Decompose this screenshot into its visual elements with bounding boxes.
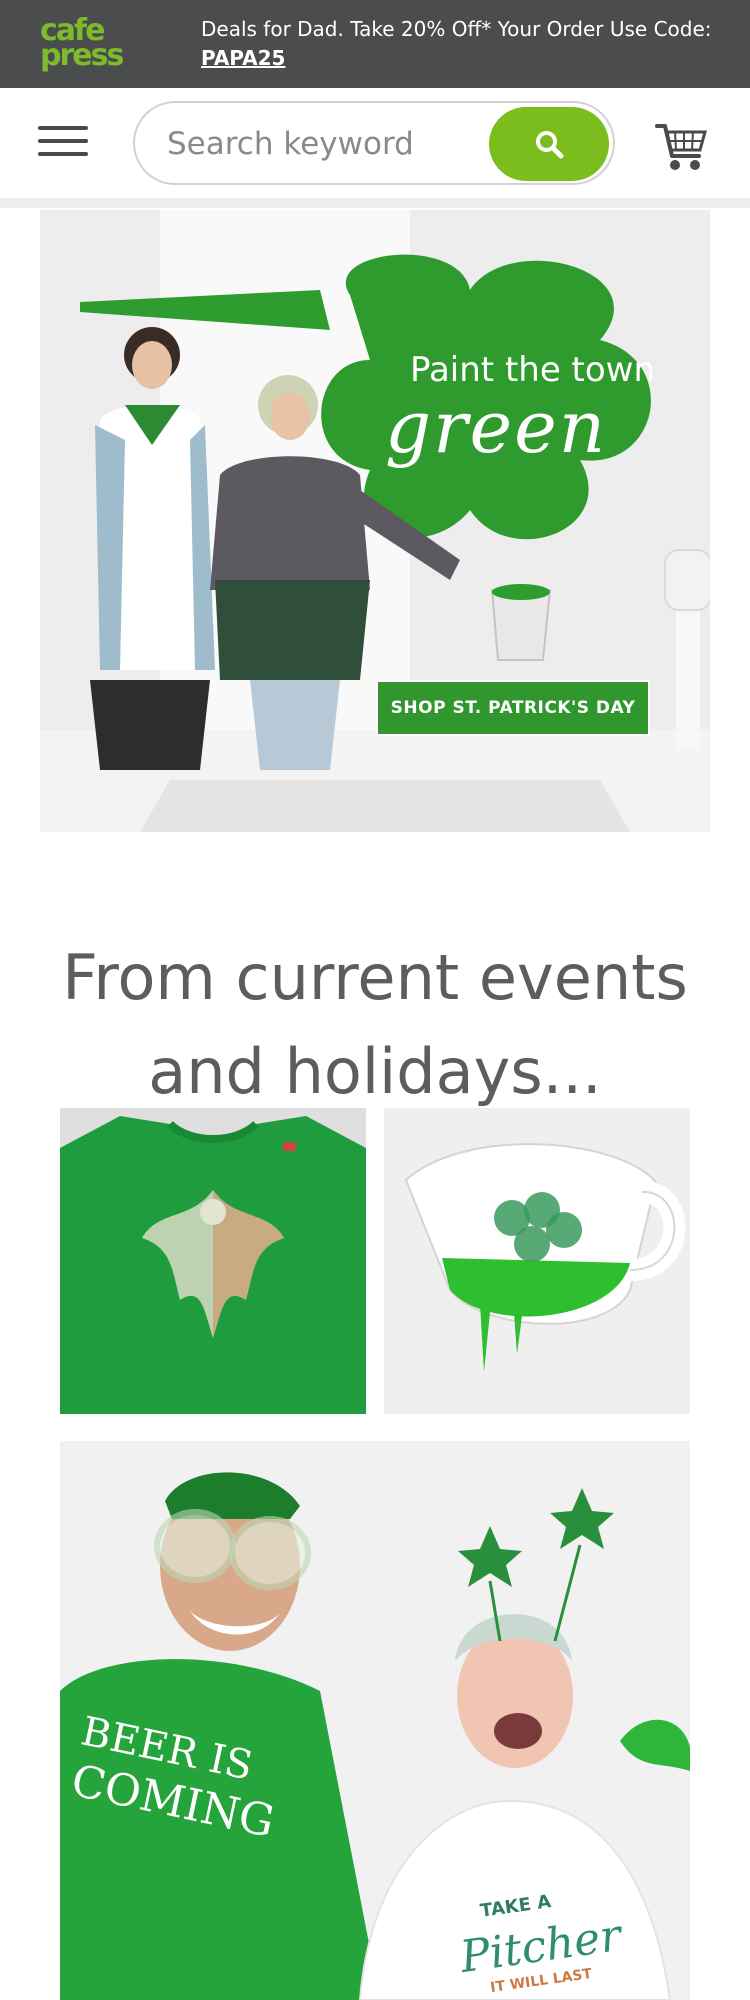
search-icon xyxy=(536,131,564,159)
search-bar xyxy=(133,101,615,185)
section-heading: From current events and holidays... xyxy=(62,941,688,1109)
hero-banner[interactable]: Paint the town green SHOP ST. PATRICK'S … xyxy=(40,210,710,832)
promo-code[interactable]: PAPA25 xyxy=(201,46,285,70)
product-tile-mug[interactable] xyxy=(384,1108,690,1414)
green-shamrock-mug-image xyxy=(384,1108,690,1414)
promo-message-text: Deals for Dad. Take 20% Off* Your Order … xyxy=(201,17,712,41)
product-tile-shirt[interactable] xyxy=(60,1108,366,1414)
promo-message[interactable]: Deals for Dad. Take 20% Off* Your Order … xyxy=(201,15,721,73)
hero-tagline: Paint the town xyxy=(410,350,656,390)
shopping-cart-icon[interactable] xyxy=(655,118,707,174)
cafepress-logo[interactable]: cafe press xyxy=(40,16,132,74)
hero-tagline-highlight: green xyxy=(385,385,608,469)
search-input[interactable] xyxy=(165,119,469,169)
green-eagle-shirt-image xyxy=(60,1108,366,1414)
logo-text-press: press xyxy=(40,38,124,73)
search-button[interactable] xyxy=(489,107,609,181)
hamburger-menu-icon[interactable] xyxy=(38,126,88,162)
shop-st-patricks-day-button[interactable]: SHOP ST. PATRICK'S DAY xyxy=(376,680,650,736)
product-tile-people[interactable]: BEER IS COMING TAKE A Pitcher IT WILL LA… xyxy=(60,1441,690,2000)
promo-bar: cafe press Deals for Dad. Take 20% Off* … xyxy=(0,0,750,88)
hero-illustration xyxy=(40,210,710,832)
